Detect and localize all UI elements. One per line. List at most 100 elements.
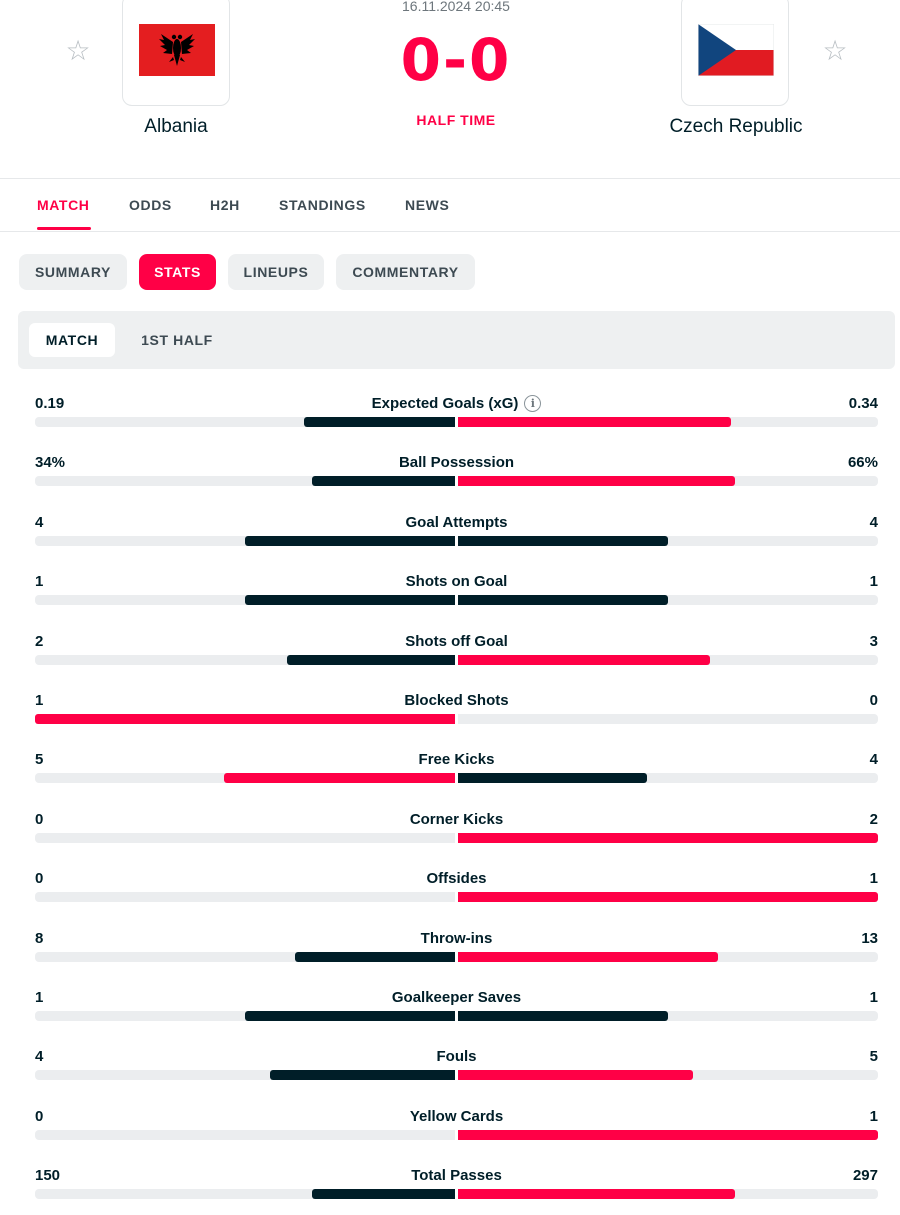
stat-away-bar [458, 833, 878, 843]
stat-label: Yellow Cards [35, 1108, 878, 1125]
stat-home-bar [224, 773, 455, 783]
stat-row: 1 Blocked Shots 0 [35, 692, 878, 740]
stat-away-bar-track [458, 714, 878, 724]
stat-away-value: 1 [869, 870, 878, 887]
stat-row: 1 Goalkeeper Saves 1 [35, 989, 878, 1037]
stat-away-bar [458, 1189, 735, 1199]
subtab-stats[interactable]: STATS [139, 254, 216, 290]
stat-home-bar-track [35, 1130, 455, 1140]
stat-home-bar-track [35, 417, 455, 427]
subtab-summary[interactable]: SUMMARY [19, 254, 127, 290]
stat-label-text: Goal Attempts [405, 514, 508, 531]
stat-home-bar-track [35, 714, 455, 724]
tab-match[interactable]: MATCH [37, 197, 90, 213]
stat-away-bar-track [458, 833, 878, 843]
stat-row: 5 Free Kicks 4 [35, 751, 878, 799]
home-team-name[interactable]: Albania [100, 116, 252, 138]
stat-label-text: Free Kicks [418, 751, 495, 768]
stat-away-value: 1 [869, 573, 878, 590]
albania-flag-icon [139, 24, 215, 76]
stat-label-text: Offsides [426, 870, 487, 887]
stat-row: 0 Offsides 1 [35, 870, 878, 918]
period-selector: MATCH 1ST HALF [18, 311, 895, 369]
stat-label: Offsides [35, 870, 878, 887]
stat-away-bar [458, 655, 710, 665]
stat-away-value: 0 [869, 692, 878, 709]
stat-row: 1 Shots on Goal 1 [35, 573, 878, 621]
stat-row: 34% Ball Possession 66% [35, 454, 878, 502]
match-datetime: 16.11.2024 20:45 [402, 0, 510, 14]
stat-away-bar [458, 536, 668, 546]
stat-label-text: Shots off Goal [405, 633, 508, 650]
stat-row: 150 Total Passes 297 [35, 1167, 878, 1215]
stat-away-value: 0.34 [848, 395, 878, 412]
stat-away-bar-track [458, 655, 878, 665]
stat-home-bar [304, 417, 455, 427]
match-status: HALF TIME [416, 112, 496, 128]
away-team-name[interactable]: Czech Republic [650, 116, 822, 138]
stat-home-bar-track [35, 1189, 455, 1199]
stat-label-text: Ball Possession [398, 454, 515, 471]
stat-home-bar [312, 476, 455, 486]
stat-home-bar-track [35, 1070, 455, 1080]
match-header: ☆ Albania 16.11.2024 20:45 0-0 HALF TIME [0, 0, 900, 179]
stat-away-bar [458, 476, 735, 486]
stat-label-text: Goalkeeper Saves [391, 989, 522, 1006]
stat-away-bar-track [458, 952, 878, 962]
stat-away-value: 4 [869, 514, 878, 531]
stat-label-text: Throw-ins [420, 930, 493, 947]
stat-label: Fouls [35, 1048, 878, 1065]
stat-away-bar-track [458, 595, 878, 605]
match-score: 0-0 [400, 26, 512, 94]
away-team-logo[interactable] [681, 0, 789, 106]
stat-row: 0 Yellow Cards 1 [35, 1108, 878, 1156]
stat-away-bar-track [458, 476, 878, 486]
active-tab-indicator [37, 227, 91, 230]
stat-away-bar [458, 773, 647, 783]
stat-away-bar-track [458, 417, 878, 427]
stat-away-bar-track [458, 1070, 878, 1080]
stat-home-bar [245, 536, 455, 546]
home-team-logo[interactable] [122, 0, 230, 106]
stat-home-bar [35, 714, 455, 724]
tab-odds[interactable]: ODDS [129, 197, 172, 213]
stat-label: Expected Goals (xG) i [35, 395, 878, 412]
subtab-lineups[interactable]: LINEUPS [228, 254, 324, 290]
stat-home-bar [312, 1189, 455, 1199]
stat-label-text: Yellow Cards [409, 1108, 504, 1125]
stat-row: 0 Corner Kicks 2 [35, 811, 878, 859]
stat-away-value: 13 [861, 930, 878, 947]
favorite-home-star-icon[interactable]: ☆ [63, 36, 93, 66]
tab-h2h[interactable]: H2H [210, 197, 240, 213]
stat-label: Shots on Goal [35, 573, 878, 590]
stat-home-bar [270, 1070, 455, 1080]
tab-standings[interactable]: STANDINGS [279, 197, 366, 213]
stat-home-bar-track [35, 952, 455, 962]
stat-away-bar [458, 952, 718, 962]
stat-away-value: 1 [869, 1108, 878, 1125]
period-1st-half[interactable]: 1ST HALF [128, 323, 226, 357]
period-match[interactable]: MATCH [29, 323, 115, 357]
stat-away-bar [458, 417, 731, 427]
stat-row: 0.19 Expected Goals (xG) i 0.34 [35, 395, 878, 443]
stat-away-value: 2 [869, 811, 878, 828]
stat-home-bar-track [35, 655, 455, 665]
stat-row: 8 Throw-ins 13 [35, 930, 878, 978]
stat-label: Corner Kicks [35, 811, 878, 828]
stat-away-value: 1 [869, 989, 878, 1006]
stat-away-value: 297 [852, 1167, 878, 1184]
stat-label-text: Expected Goals (xG) [371, 395, 519, 412]
info-icon[interactable]: i [524, 395, 542, 412]
stat-away-bar [458, 892, 878, 902]
stat-away-bar-track [458, 773, 878, 783]
stat-label: Ball Possession [35, 454, 878, 471]
stat-home-bar [245, 1011, 455, 1021]
subtab-commentary[interactable]: COMMENTARY [336, 254, 475, 290]
stat-away-bar [458, 1130, 878, 1140]
stat-home-bar-track [35, 595, 455, 605]
tab-news[interactable]: NEWS [405, 197, 449, 213]
stat-home-bar-track [35, 892, 455, 902]
favorite-away-star-icon[interactable]: ☆ [820, 36, 850, 66]
stat-label-text: Total Passes [411, 1167, 502, 1184]
stat-away-bar [458, 1070, 693, 1080]
